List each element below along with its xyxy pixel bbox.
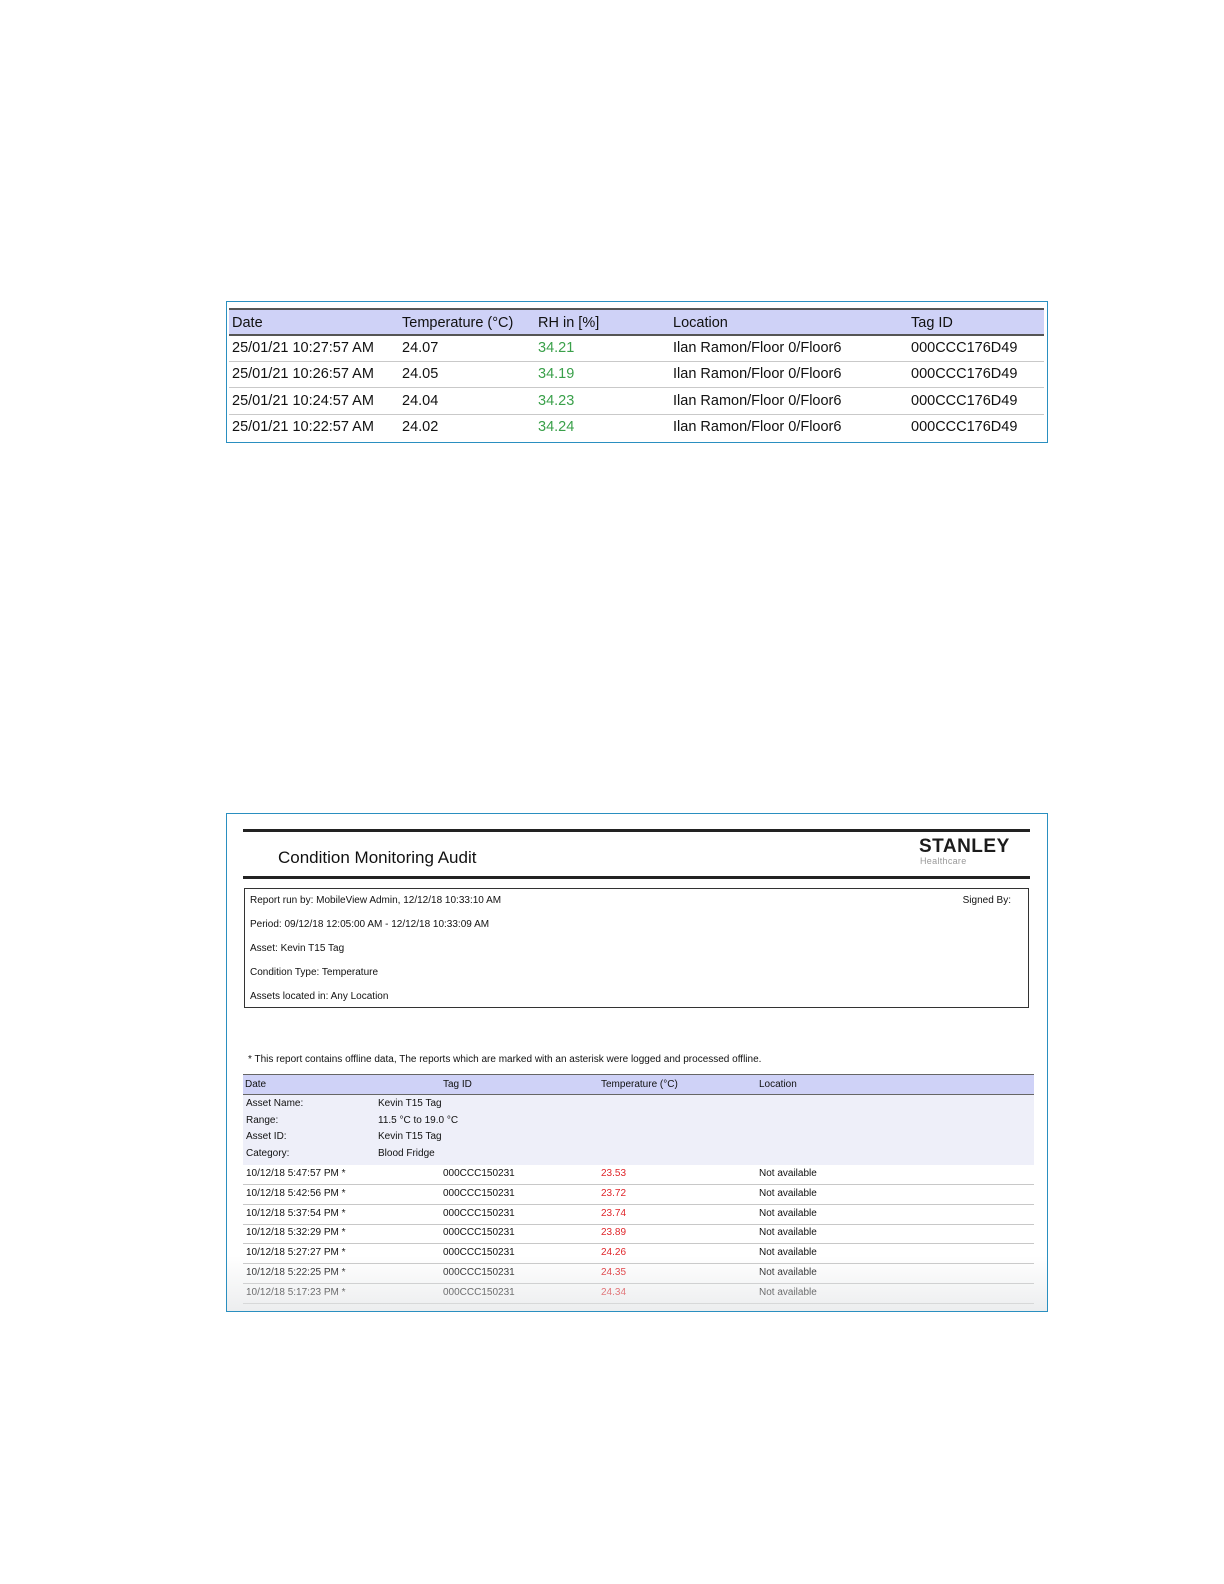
cell-tag-id: 000CCC176D49 <box>911 366 1018 382</box>
table-row: 10/12/18 5:37:54 PM * 000CCC150231 23.74… <box>243 1205 1034 1225</box>
cell-location: Not available <box>759 1247 817 1258</box>
stanley-logo: STANLEY <box>919 836 1010 857</box>
stanley-logo-subtitle: Healthcare <box>920 856 967 866</box>
cell-tag-id: 000CCC176D49 <box>911 419 1018 435</box>
cell-tag-id: 000CCC150231 <box>443 1188 515 1199</box>
header-tag-id: Tag ID <box>911 315 953 331</box>
cell-tag-id: 000CCC150231 <box>443 1227 515 1238</box>
cell-date: 10/12/18 5:27:27 PM * <box>246 1247 346 1258</box>
readings-table: Date Temperature (°C) RH in [%] Location… <box>226 301 1048 443</box>
report-title: Condition Monitoring Audit <box>278 848 477 867</box>
cell-tag-id: 000CCC176D49 <box>911 340 1018 356</box>
cell-temperature: 23.72 <box>601 1188 627 1199</box>
title-rule <box>243 876 1030 879</box>
asset-name-label: Asset Name: <box>246 1098 304 1109</box>
table-row: 10/12/18 5:17:23 PM * 000CCC150231 24.34… <box>243 1284 1034 1304</box>
cell-temperature: 23.89 <box>601 1227 627 1238</box>
header-temperature: Temperature (°C) <box>402 315 514 331</box>
cell-location: Ilan Ramon/Floor 0/Floor6 <box>673 393 842 409</box>
cell-date: 10/12/18 5:17:23 PM * <box>246 1287 346 1298</box>
cell-tag-id: 000CCC150231 <box>443 1287 515 1298</box>
table-row: 10/12/18 5:42:56 PM * 000CCC150231 23.72… <box>243 1185 1034 1205</box>
asset-details: Asset Name: Kevin T15 Tag Range: 11.5 °C… <box>243 1095 1034 1165</box>
category-label: Category: <box>246 1148 290 1159</box>
table-row: 10/12/18 5:47:57 PM * 000CCC150231 23.53… <box>243 1165 1034 1185</box>
header-location: Location <box>759 1079 797 1090</box>
table-row: 25/01/21 10:24:57 AM 24.04 34.23 Ilan Ra… <box>229 388 1044 415</box>
cell-location: Not available <box>759 1287 817 1298</box>
header-tag-id: Tag ID <box>443 1079 472 1090</box>
cell-tag-id: 000CCC150231 <box>443 1247 515 1258</box>
table-row: 10/12/18 5:27:27 PM * 000CCC150231 24.26… <box>243 1244 1034 1264</box>
report-assets-located-in: Assets located in: Any Location <box>250 991 389 1002</box>
audit-report: Condition Monitoring Audit STANLEY Healt… <box>226 813 1048 1312</box>
cell-rh: 34.24 <box>538 419 575 435</box>
table-row: 25/01/21 10:26:57 AM 24.05 34.19 Ilan Ra… <box>229 362 1044 388</box>
table-row: 25/01/21 10:27:57 AM 24.07 34.21 Ilan Ra… <box>229 336 1044 362</box>
offline-data-note: * This report contains offline data, The… <box>248 1054 762 1065</box>
cell-temperature: 24.07 <box>402 340 439 356</box>
report-asset: Asset: Kevin T15 Tag <box>250 943 345 954</box>
report-info-box: Report run by: MobileView Admin, 12/12/1… <box>244 888 1029 1008</box>
cell-temperature: 24.05 <box>402 366 439 382</box>
report-condition-type: Condition Type: Temperature <box>250 967 379 978</box>
cell-rh: 34.19 <box>538 366 575 382</box>
report-period: Period: 09/12/18 12:05:00 AM - 12/12/18 … <box>250 919 490 930</box>
asset-name-value: Kevin T15 Tag <box>378 1098 442 1109</box>
cell-temperature: 24.34 <box>601 1287 627 1298</box>
range-label: Range: <box>246 1115 279 1126</box>
cell-date: 10/12/18 5:22:25 PM * <box>246 1267 346 1278</box>
cell-location: Ilan Ramon/Floor 0/Floor6 <box>673 340 842 356</box>
cell-tag-id: 000CCC150231 <box>443 1208 515 1219</box>
cell-tag-id: 000CCC150231 <box>443 1168 515 1179</box>
cell-date: 25/01/21 10:22:57 AM <box>232 419 374 435</box>
cell-temperature: 24.02 <box>402 419 439 435</box>
cell-date: 25/01/21 10:27:57 AM <box>232 340 374 356</box>
readings-table-header: Date Temperature (°C) RH in [%] Location… <box>229 308 1044 336</box>
cell-location: Ilan Ramon/Floor 0/Floor6 <box>673 366 842 382</box>
header-date: Date <box>245 1079 267 1090</box>
cell-temperature: 23.53 <box>601 1168 627 1179</box>
category-value: Blood Fridge <box>378 1148 435 1159</box>
cell-date: 25/01/21 10:24:57 AM <box>232 393 374 409</box>
cell-temperature: 24.04 <box>402 393 439 409</box>
header-temperature: Temperature (°C) <box>601 1079 678 1090</box>
header-date: Date <box>232 315 263 331</box>
cell-date: 10/12/18 5:37:54 PM * <box>246 1208 346 1219</box>
cell-rh: 34.23 <box>538 393 575 409</box>
cell-temperature: 23.74 <box>601 1208 627 1219</box>
signed-by: Signed By: <box>962 895 1011 906</box>
cell-rh: 34.21 <box>538 340 575 356</box>
table-row: 10/12/18 5:22:25 PM * 000CCC150231 24.35… <box>243 1264 1034 1284</box>
range-value: 11.5 °C to 19.0 °C <box>378 1115 459 1126</box>
cell-date: 10/12/18 5:32:29 PM * <box>246 1227 346 1238</box>
report-run-by: Report run by: MobileView Admin, 12/12/1… <box>250 895 502 906</box>
cell-location: Not available <box>759 1267 817 1278</box>
cell-location: Not available <box>759 1208 817 1219</box>
header-location: Location <box>673 315 728 331</box>
top-rule <box>243 829 1030 832</box>
cell-location: Not available <box>759 1168 817 1179</box>
cell-date: 25/01/21 10:26:57 AM <box>232 366 374 382</box>
asset-id-value: Kevin T15 Tag <box>378 1131 442 1142</box>
asset-id-label: Asset ID: <box>246 1131 287 1142</box>
cell-location: Ilan Ramon/Floor 0/Floor6 <box>673 419 842 435</box>
table-row: 10/12/18 5:32:29 PM * 000CCC150231 23.89… <box>243 1224 1034 1244</box>
audit-table-header: Date Tag ID Temperature (°C) Location <box>243 1074 1034 1095</box>
table-row: 25/01/21 10:22:57 AM 24.02 34.24 Ilan Ra… <box>229 415 1044 441</box>
cell-location: Not available <box>759 1188 817 1199</box>
cell-tag-id: 000CCC150231 <box>443 1267 515 1278</box>
cell-location: Not available <box>759 1227 817 1238</box>
cell-tag-id: 000CCC176D49 <box>911 393 1018 409</box>
cell-temperature: 24.35 <box>601 1267 627 1278</box>
cell-temperature: 24.26 <box>601 1247 627 1258</box>
cell-date: 10/12/18 5:42:56 PM * <box>246 1188 346 1199</box>
cell-date: 10/12/18 5:47:57 PM * <box>246 1168 346 1179</box>
header-rh: RH in [%] <box>538 315 600 331</box>
